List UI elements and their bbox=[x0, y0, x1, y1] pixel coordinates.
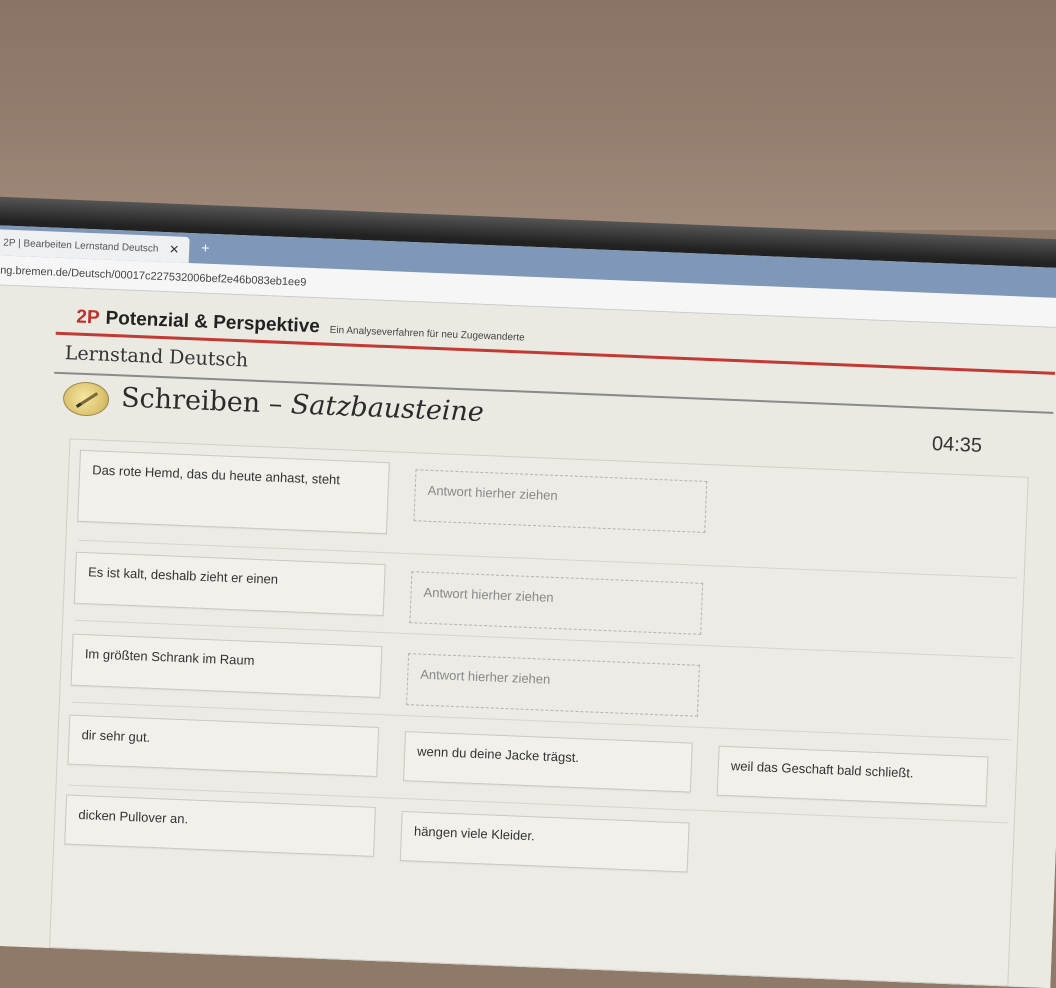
drop-zone-3[interactable]: Antwort hierher ziehen bbox=[406, 653, 700, 717]
answer-option-3[interactable]: weil das Geschaft bald schließt. bbox=[716, 745, 989, 807]
drop-zone-2[interactable]: Antwort hierher ziehen bbox=[409, 571, 704, 635]
brand-tagline: Ein Analyseverfahren für neu Zugewandert… bbox=[329, 324, 525, 344]
background-wall bbox=[0, 0, 1056, 230]
task-title: Schreiben – Satzbausteine bbox=[121, 382, 485, 428]
tab-title: 2P | Bearbeiten Lernstand Deutsch bbox=[3, 237, 159, 255]
sentence-start-2: Es ist kalt, deshalb zieht er einen bbox=[73, 551, 386, 617]
answer-option-5[interactable]: hängen viele Kleider. bbox=[399, 810, 690, 873]
url-text: ng.bremen.de/Deutsch/00017c227532006bef2… bbox=[0, 263, 307, 289]
drop-zone-1[interactable]: Antwort hierher ziehen bbox=[413, 469, 708, 533]
task-title-sub: Satzbausteine bbox=[290, 389, 485, 428]
countdown-timer: 04:35 bbox=[931, 432, 983, 457]
section-title: Lernstand Deutsch bbox=[64, 342, 249, 372]
task-title-main: Schreiben – bbox=[120, 382, 292, 421]
close-tab-icon[interactable]: ✕ bbox=[169, 242, 180, 256]
sentence-start-1: Das rote Hemd, das du heute anhast, steh… bbox=[77, 449, 390, 535]
brand-name: Potenzial & Perspektive bbox=[105, 307, 321, 338]
brand-header: 2P Potenzial & Perspektive Ein Analyseve… bbox=[76, 307, 525, 347]
new-tab-button[interactable]: + bbox=[201, 240, 210, 256]
page-content: 2P Potenzial & Perspektive Ein Analyseve… bbox=[0, 284, 1056, 988]
answer-option-1[interactable]: dir sehr gut. bbox=[67, 714, 380, 777]
answer-option-4[interactable]: dicken Pullover an. bbox=[64, 794, 376, 857]
monitor-screen: 2P | Bearbeiten Lernstand Deutsch ✕ + ng… bbox=[0, 225, 1056, 988]
answer-option-2[interactable]: wenn du deine Jacke trägst. bbox=[403, 731, 693, 793]
sentence-start-3: Im größten Schrank im Raum bbox=[70, 633, 383, 699]
pencil-icon bbox=[62, 381, 110, 417]
exercise-panel: Das rote Hemd, das du heute anhast, steh… bbox=[49, 438, 1029, 987]
brand-logo: 2P bbox=[75, 306, 101, 329]
